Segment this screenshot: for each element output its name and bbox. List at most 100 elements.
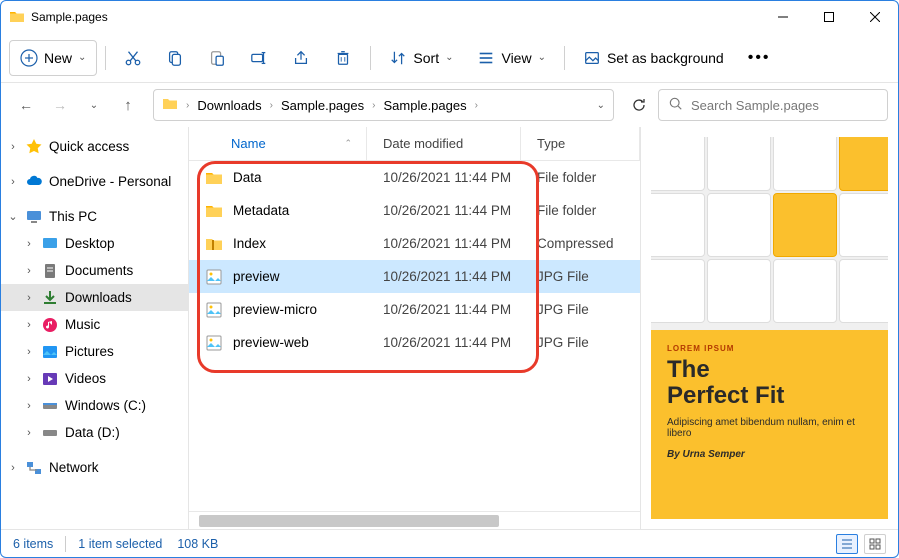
minimize-button[interactable] xyxy=(760,1,806,33)
column-header-date[interactable]: Date modified xyxy=(367,127,521,160)
up-button[interactable]: ↑ xyxy=(113,90,143,120)
file-row[interactable]: Index10/26/2021 11:44 PMCompressed xyxy=(189,227,640,260)
sort-button[interactable]: Sort ⌄ xyxy=(379,40,463,76)
view-icon xyxy=(477,49,495,67)
chevron-right-icon: › xyxy=(372,100,375,111)
back-button[interactable]: ← xyxy=(11,90,41,120)
share-icon xyxy=(292,49,310,67)
download-icon xyxy=(41,289,59,307)
sidebar-item-downloads[interactable]: ›Downloads xyxy=(1,284,188,311)
chevron-down-icon: ⌄ xyxy=(78,52,86,63)
column-header-type[interactable]: Type xyxy=(521,127,640,160)
file-row[interactable]: preview-micro 10/26/2021 11:44 PMJPG File xyxy=(189,293,640,326)
file-name: Metadata xyxy=(233,203,289,218)
view-button[interactable]: View ⌄ xyxy=(467,40,555,76)
zip-icon xyxy=(205,235,223,253)
separator xyxy=(564,46,565,70)
file-date: 10/26/2021 11:44 PM xyxy=(367,269,521,284)
sort-label: Sort xyxy=(413,50,439,66)
chevron-down-icon: ⌄ xyxy=(445,52,453,63)
new-label: New xyxy=(44,50,72,66)
sidebar-item-videos[interactable]: ›Videos xyxy=(1,365,188,392)
rename-button[interactable] xyxy=(240,40,278,76)
sidebar-item-music[interactable]: ›Music xyxy=(1,311,188,338)
preview-pane: LOREM IPSUM ThePerfect Fit Adipiscing am… xyxy=(640,127,898,529)
more-button[interactable]: ••• xyxy=(738,40,781,76)
chevron-right-icon: › xyxy=(475,100,478,111)
chevron-right-icon: › xyxy=(186,100,189,111)
file-name: Index xyxy=(233,236,266,251)
videos-icon xyxy=(41,370,59,388)
details-view-toggle[interactable] xyxy=(836,534,858,554)
sidebar-item-c-drive[interactable]: ›Windows (C:) xyxy=(1,392,188,419)
pictures-icon xyxy=(41,343,59,361)
star-icon xyxy=(25,138,43,156)
separator xyxy=(370,46,371,70)
column-header-name[interactable]: Name⌃ xyxy=(189,127,367,160)
chevron-down-icon[interactable]: ⌄ xyxy=(597,100,605,111)
cut-button[interactable] xyxy=(114,40,152,76)
new-button[interactable]: New ⌄ xyxy=(9,40,97,76)
file-type: JPG File xyxy=(521,302,640,317)
file-row[interactable]: preview 10/26/2021 11:44 PMJPG File xyxy=(189,260,640,293)
scissors-icon xyxy=(124,49,142,67)
forward-button[interactable]: → xyxy=(45,90,75,120)
folder-icon xyxy=(9,9,25,25)
maximize-button[interactable] xyxy=(806,1,852,33)
column-headers: Name⌃ Date modified Type xyxy=(189,127,640,161)
breadcrumb-item[interactable]: Downloads xyxy=(197,98,261,113)
thumbnails-view-toggle[interactable] xyxy=(864,534,886,554)
status-size: 108 KB xyxy=(177,537,218,551)
breadcrumb[interactable]: › Downloads › Sample.pages › Sample.page… xyxy=(153,89,614,121)
sidebar-item-d-drive[interactable]: ›Data (D:) xyxy=(1,419,188,446)
drive-icon xyxy=(41,424,59,442)
close-button[interactable] xyxy=(852,1,898,33)
sidebar-item-network[interactable]: ›Network xyxy=(1,454,188,481)
poster-subtitle: Adipiscing amet bibendum nullam, enim et… xyxy=(667,417,872,439)
titlebar: Sample.pages xyxy=(1,1,898,33)
sidebar-item-this-pc[interactable]: ⌄This PC xyxy=(1,203,188,230)
toolbar: New ⌄ Sort ⌄ View ⌄ Set as background ••… xyxy=(1,33,898,83)
breadcrumb-item[interactable]: Sample.pages xyxy=(383,98,466,113)
file-row[interactable]: Data10/26/2021 11:44 PMFile folder xyxy=(189,161,640,194)
file-date: 10/26/2021 11:44 PM xyxy=(367,335,521,350)
delete-button[interactable] xyxy=(324,40,362,76)
sidebar-item-onedrive[interactable]: ›OneDrive - Personal xyxy=(1,168,188,195)
network-icon xyxy=(25,459,43,477)
copy-button[interactable] xyxy=(156,40,194,76)
sort-icon xyxy=(389,49,407,67)
file-name: preview xyxy=(233,269,280,284)
file-type: File folder xyxy=(521,170,640,185)
sidebar-item-quick-access[interactable]: ›Quick access xyxy=(1,133,188,160)
breadcrumb-item[interactable]: Sample.pages xyxy=(281,98,364,113)
sidebar-item-desktop[interactable]: ›Desktop xyxy=(1,230,188,257)
wallpaper-icon xyxy=(583,49,601,67)
puzzle-graphic xyxy=(651,137,888,330)
sidebar: ›Quick access ›OneDrive - Personal ⌄This… xyxy=(1,127,189,529)
separator xyxy=(105,46,106,70)
drive-icon xyxy=(41,397,59,415)
file-date: 10/26/2021 11:44 PM xyxy=(367,302,521,317)
file-pane: Name⌃ Date modified Type Data10/26/2021 … xyxy=(189,127,640,529)
music-icon xyxy=(41,316,59,334)
horizontal-scrollbar[interactable] xyxy=(189,511,640,529)
set-background-button[interactable]: Set as background xyxy=(573,40,734,76)
search-input[interactable]: Search Sample.pages xyxy=(658,89,888,121)
file-name: Data xyxy=(233,170,262,185)
poster-tag: LOREM IPSUM xyxy=(667,344,872,353)
paste-button[interactable] xyxy=(198,40,236,76)
share-button[interactable] xyxy=(282,40,320,76)
status-count: 6 items xyxy=(13,537,53,551)
refresh-button[interactable] xyxy=(624,90,654,120)
file-row[interactable]: preview-web10/26/2021 11:44 PMJPG File xyxy=(189,326,640,359)
recent-dropdown[interactable]: ⌄ xyxy=(79,90,109,120)
sidebar-item-pictures[interactable]: ›Pictures xyxy=(1,338,188,365)
sidebar-item-documents[interactable]: ›Documents xyxy=(1,257,188,284)
file-row[interactable]: Metadata10/26/2021 11:44 PMFile folder xyxy=(189,194,640,227)
preview-image: LOREM IPSUM ThePerfect Fit Adipiscing am… xyxy=(651,137,888,519)
file-type: File folder xyxy=(521,203,640,218)
scrollbar-thumb[interactable] xyxy=(199,515,499,527)
ellipsis-icon: ••• xyxy=(748,49,771,67)
file-name: preview-micro xyxy=(233,302,317,317)
file-type: JPG File xyxy=(521,269,640,284)
